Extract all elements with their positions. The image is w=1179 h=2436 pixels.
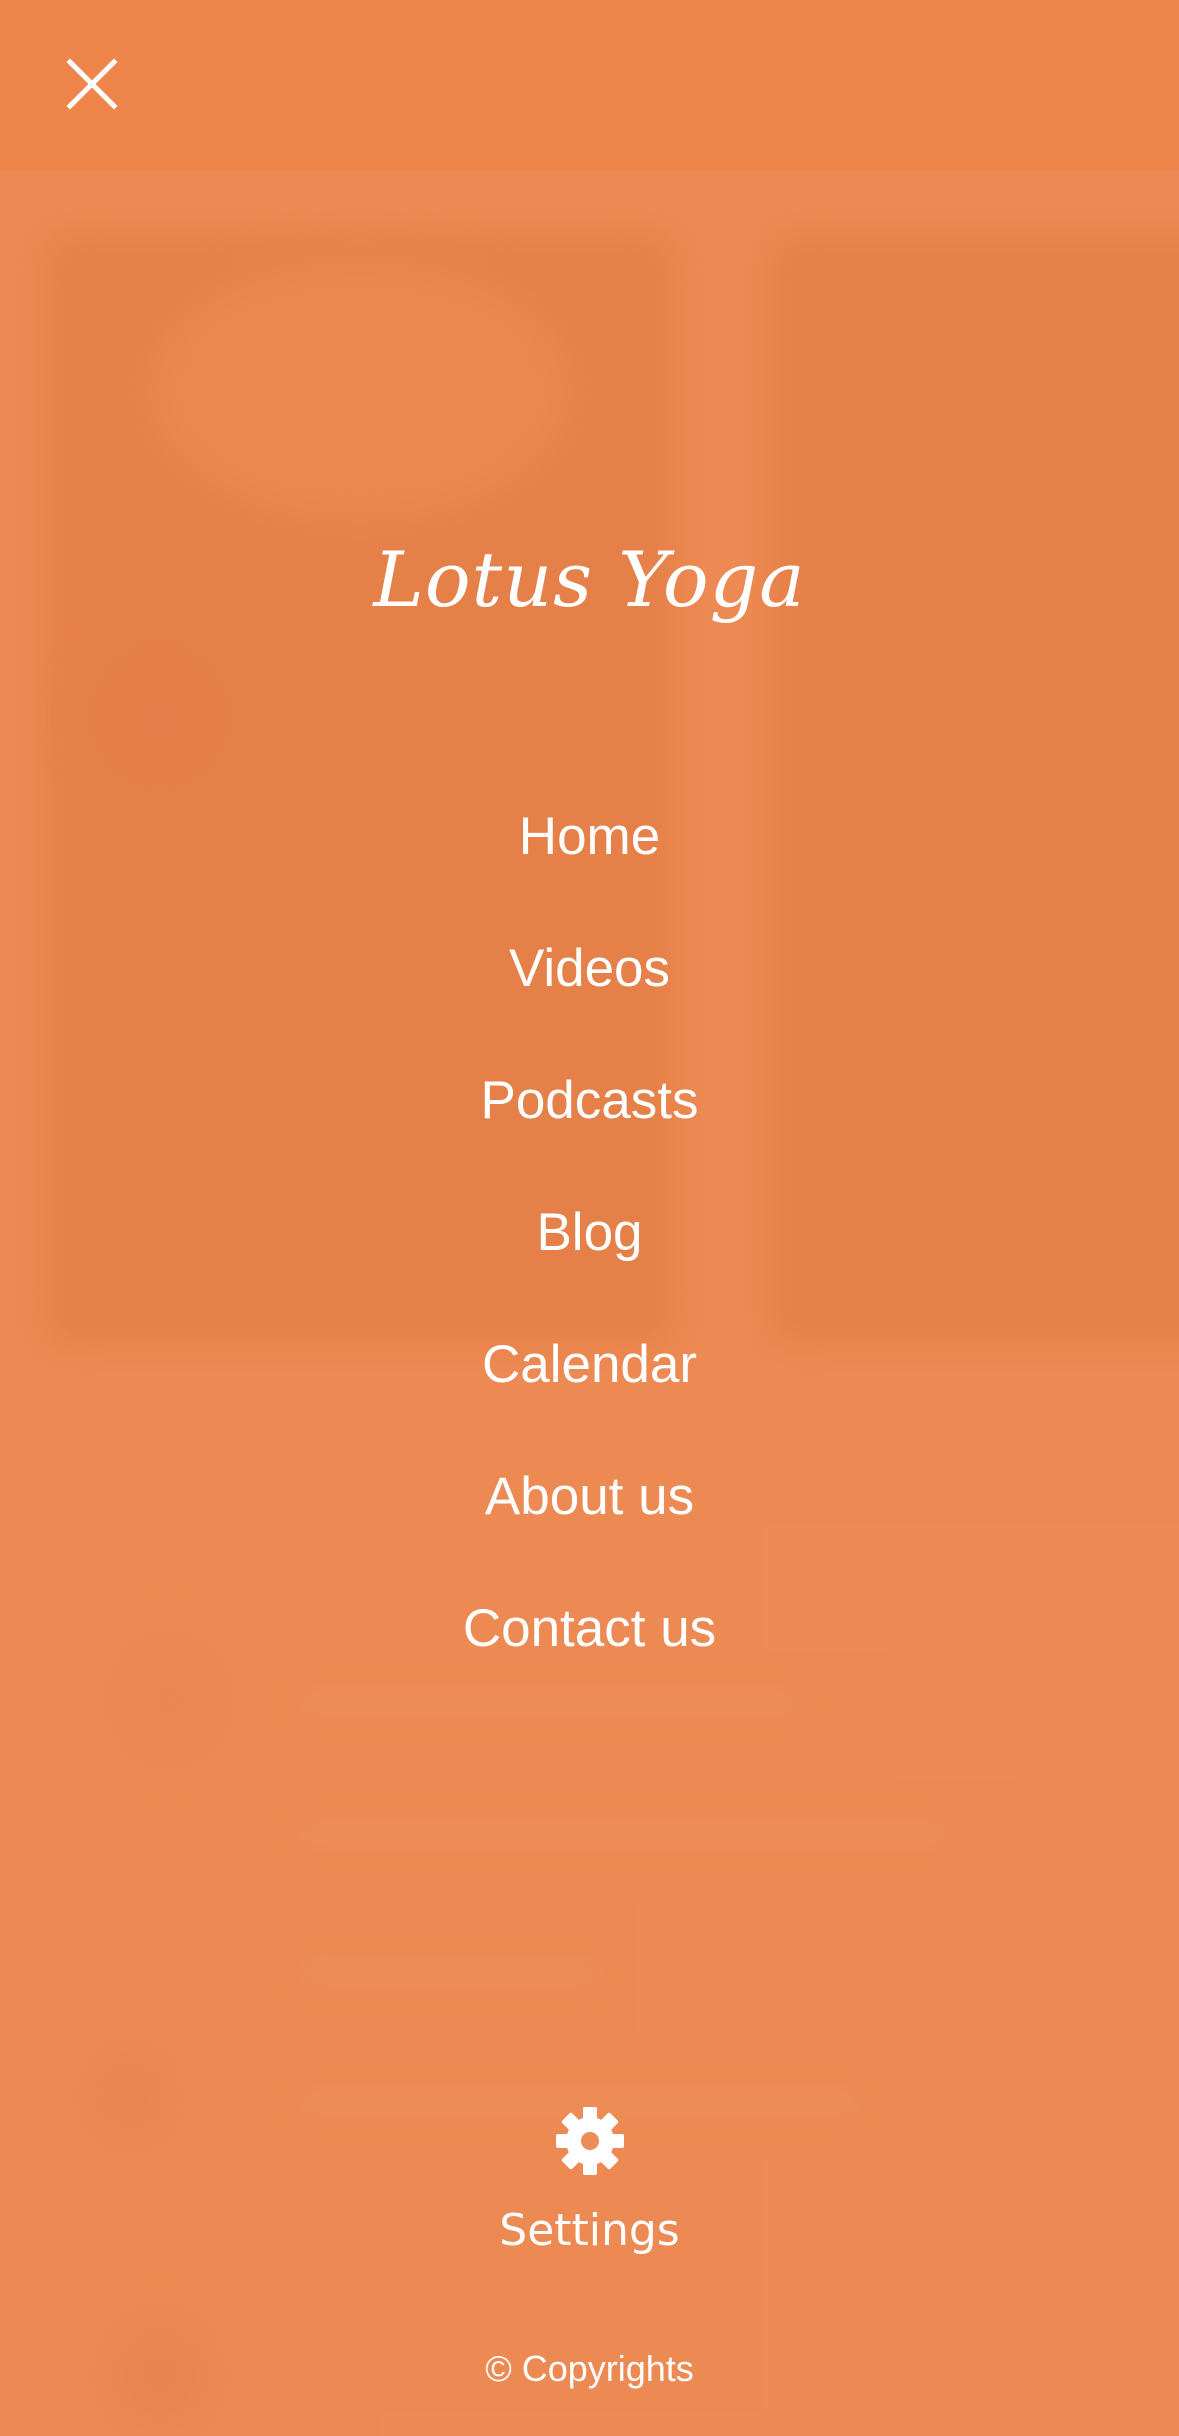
- nav-link-videos[interactable]: Videos: [509, 938, 670, 999]
- nav-link-calendar[interactable]: Calendar: [482, 1334, 697, 1395]
- menu-overlay: Lotus Yoga Home Videos Podcasts Blog Cal…: [0, 0, 1179, 2436]
- nav-link-contact-us[interactable]: Contact us: [463, 1598, 716, 1659]
- gear-icon: [554, 2105, 626, 2177]
- copyright-text: © Copyrights: [485, 2348, 694, 2389]
- nav-item-home: Home: [0, 770, 1179, 902]
- main-navigation: Home Videos Podcasts Blog Calendar About…: [0, 770, 1179, 1694]
- nav-link-podcasts[interactable]: Podcasts: [480, 1070, 698, 1131]
- nav-item-videos: Videos: [0, 902, 1179, 1034]
- nav-item-calendar: Calendar: [0, 1298, 1179, 1430]
- nav-item-contact-us: Contact us: [0, 1562, 1179, 1694]
- brand-logo-text: Lotus Yoga: [373, 535, 806, 624]
- close-menu-button[interactable]: [56, 48, 128, 120]
- nav-item-blog: Blog: [0, 1166, 1179, 1298]
- nav-item-about-us: About us: [0, 1430, 1179, 1562]
- settings-button[interactable]: Settings: [0, 2105, 1179, 2256]
- nav-link-home[interactable]: Home: [519, 806, 660, 867]
- settings-label: Settings: [499, 2205, 680, 2256]
- nav-link-about-us[interactable]: About us: [485, 1466, 694, 1527]
- close-icon: [56, 48, 128, 120]
- nav-item-podcasts: Podcasts: [0, 1034, 1179, 1166]
- nav-link-blog[interactable]: Blog: [536, 1202, 642, 1263]
